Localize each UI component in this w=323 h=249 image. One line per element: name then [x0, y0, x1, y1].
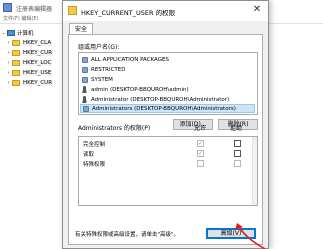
- principal-name: SYSTEM: [91, 76, 113, 83]
- deny-checkbox[interactable]: [234, 160, 241, 167]
- permission-row-read: 读取 ✓: [80, 149, 255, 159]
- principal-name: Administrators (DESKTOP-BBQUROH\Administ…: [92, 105, 236, 112]
- permission-name: 完全控制: [83, 142, 106, 148]
- permission-name: 特殊权限: [83, 162, 106, 168]
- principal-row-admin[interactable]: admin (DESKTOP-BBQUROH\admin): [80, 85, 255, 94]
- group-icon: [82, 56, 88, 63]
- principal-name: ALL APPLICATION PACKAGES: [91, 56, 169, 63]
- principal-row-administrator[interactable]: Administrator (DESKTOP-BBQUROH\Administr…: [80, 95, 255, 104]
- registry-tree[interactable]: ⌄ 计算机 › HKEY_CLA › HKEY_CUR › HKEY_LOC ›: [0, 24, 70, 249]
- principal-row-administrators[interactable]: Administrators (DESKTOP-BBQUROH\Administ…: [80, 104, 255, 113]
- permissions-list[interactable]: 完全控制 ✓ 读取 ✓ 特殊权限: [78, 136, 258, 206]
- tab-strip: 安全: [63, 21, 268, 35]
- permission-name: 读取: [83, 152, 95, 158]
- tree-node-label: HKEY_LOC: [22, 59, 53, 66]
- tree-node-label: HKEY_CUR: [22, 79, 54, 86]
- principal-name: Administrator (DESKTOP-BBQUROH\Administr…: [91, 96, 230, 103]
- tree-node-label: 计算机: [17, 30, 34, 37]
- tree-node-label: HKEY_CLA: [22, 39, 53, 46]
- collapse-icon[interactable]: ⌄: [1, 30, 6, 36]
- tree-node-hkey-users[interactable]: › HKEY_USE: [6, 68, 53, 77]
- security-panel: 组或用户名(G): ALL APPLICATION PACKAGES RESTR…: [68, 34, 263, 245]
- user-icon: [82, 96, 87, 103]
- allow-checkbox[interactable]: ✓: [197, 150, 204, 157]
- permissions-dialog: HKEY_CURRENT_USER 的权限 ✕ 安全 组或用户名(G): ALL…: [62, 0, 269, 249]
- group-icon: [82, 66, 88, 73]
- folder-icon: [12, 49, 20, 56]
- deny-checkbox[interactable]: [234, 140, 241, 147]
- screen: 注册表编辑器 文件(F) 编辑(E) ⌄ 计算机 › HKEY_CLA › HK…: [0, 0, 323, 249]
- principal-name: RESTRICTED: [91, 66, 126, 73]
- allow-column-header: 允许: [194, 125, 207, 132]
- groups-label: 组或用户名(G):: [78, 44, 120, 51]
- tree-node-computer[interactable]: ⌄ 计算机: [1, 28, 34, 37]
- user-icon: [82, 86, 87, 93]
- add-button[interactable]: 添加(D)...: [173, 119, 213, 130]
- registry-editor-menubar[interactable]: 文件(F) 编辑(E): [3, 15, 38, 22]
- tree-node-hkey-current-user[interactable]: › HKEY_CUR: [6, 48, 54, 57]
- registry-editor-icon: [3, 3, 12, 12]
- deny-checkbox[interactable]: [234, 150, 241, 157]
- expand-icon[interactable]: ›: [6, 60, 11, 66]
- folder-icon: [12, 59, 20, 66]
- dialog-title: HKEY_CURRENT_USER 的权限: [81, 9, 176, 17]
- advanced-button[interactable]: 高级(V): [206, 228, 256, 239]
- permissions-header: Administrators 的权限(P): [78, 125, 151, 132]
- principals-list[interactable]: ALL APPLICATION PACKAGES RESTRICTED SYST…: [78, 52, 258, 115]
- allow-checkbox[interactable]: ✓: [197, 140, 204, 147]
- expand-icon[interactable]: ›: [6, 70, 11, 76]
- expand-icon[interactable]: ›: [6, 50, 11, 56]
- folder-icon: [12, 69, 20, 76]
- group-icon: [82, 76, 88, 83]
- tree-node-hkey-local-machine[interactable]: › HKEY_LOC: [6, 58, 53, 67]
- deny-column-header: 拒绝: [230, 125, 243, 132]
- tree-node-label: HKEY_CUR: [22, 49, 54, 56]
- permission-row-special: 特殊权限: [80, 159, 255, 169]
- expand-icon[interactable]: ›: [6, 80, 11, 86]
- computer-icon: [7, 29, 15, 36]
- principal-name: admin (DESKTOP-BBQUROH\admin): [91, 86, 189, 93]
- tree-node-label: HKEY_USE: [22, 69, 53, 76]
- group-icon: [83, 105, 89, 112]
- tree-node-hkey-classes-root[interactable]: › HKEY_CLA: [6, 38, 53, 47]
- dialog-titlebar[interactable]: HKEY_CURRENT_USER 的权限 ✕: [63, 1, 268, 21]
- folder-icon: [12, 79, 20, 86]
- expand-icon[interactable]: ›: [6, 40, 11, 46]
- tree-node-hkey-current-config[interactable]: › HKEY_CUR: [6, 78, 54, 87]
- principal-row-restricted[interactable]: RESTRICTED: [80, 65, 255, 74]
- folder-icon: [12, 39, 20, 46]
- close-icon[interactable]: ✕: [250, 3, 264, 17]
- principal-row-system[interactable]: SYSTEM: [80, 75, 255, 84]
- advanced-note: 有关特殊权限或高级设置，请单击"高级"。: [75, 232, 180, 238]
- folder-icon: [68, 6, 77, 15]
- permission-row-full-control: 完全控制 ✓: [80, 139, 255, 149]
- permissions-scrollbar[interactable]: [252, 137, 257, 205]
- principal-row-all-application-packages[interactable]: ALL APPLICATION PACKAGES: [80, 55, 255, 64]
- allow-checkbox[interactable]: [197, 160, 204, 167]
- registry-editor-title: 注册表编辑器: [16, 6, 53, 13]
